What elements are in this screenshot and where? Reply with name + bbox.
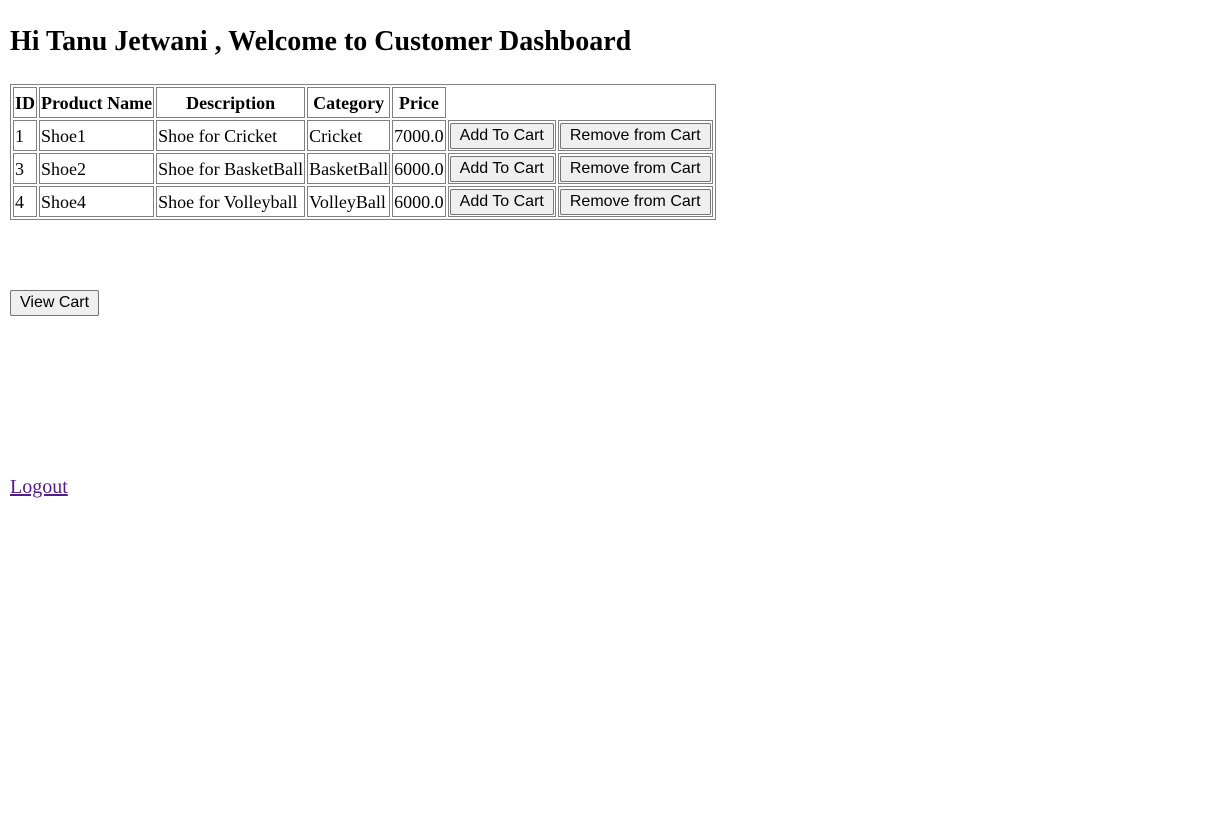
- header-product-name: Product Name: [39, 87, 155, 118]
- view-cart-section: View Cart: [10, 290, 1216, 316]
- table-row: 1 Shoe1 Shoe for Cricket Cricket 7000.0 …: [13, 120, 713, 151]
- header-id: ID: [13, 87, 38, 118]
- add-to-cart-button[interactable]: Add To Cart: [449, 188, 554, 215]
- remove-from-cart-button[interactable]: Remove from Cart: [559, 188, 711, 215]
- products-table: ID Product Name Description Category Pri…: [10, 84, 716, 220]
- table-row: 3 Shoe2 Shoe for BasketBall BasketBall 6…: [13, 153, 713, 184]
- cell-remove: Remove from Cart: [557, 153, 713, 184]
- page-title: Hi Tanu Jetwani , Welcome to Customer Da…: [10, 26, 632, 57]
- cell-category: VolleyBall: [307, 186, 391, 217]
- cell-category: BasketBall: [307, 153, 391, 184]
- cell-price: 7000.0: [392, 120, 446, 151]
- view-cart-button[interactable]: View Cart: [10, 290, 100, 316]
- cell-category: Cricket: [307, 120, 391, 151]
- cell-price: 6000.0: [392, 153, 446, 184]
- cell-price: 6000.0: [392, 186, 446, 217]
- add-to-cart-button[interactable]: Add To Cart: [449, 122, 554, 149]
- cell-product-name: Shoe4: [39, 186, 155, 217]
- remove-from-cart-button[interactable]: Remove from Cart: [559, 122, 711, 149]
- cell-product-name: Shoe1: [39, 120, 155, 151]
- header-category: Category: [307, 87, 391, 118]
- add-to-cart-button[interactable]: Add To Cart: [449, 155, 554, 182]
- remove-from-cart-button[interactable]: Remove from Cart: [559, 155, 711, 182]
- logout-link[interactable]: Logout: [10, 476, 68, 498]
- cell-id: 4: [13, 186, 38, 217]
- cell-add: Add To Cart: [447, 186, 556, 217]
- header-description: Description: [156, 87, 306, 118]
- customer-dashboard: Hi Tanu Jetwani , Welcome to Customer Da…: [0, 0, 1226, 499]
- table-row: 4 Shoe4 Shoe for Volleyball VolleyBall 6…: [13, 186, 713, 217]
- cell-add: Add To Cart: [447, 120, 556, 151]
- cell-product-name: Shoe2: [39, 153, 155, 184]
- cell-remove: Remove from Cart: [557, 186, 713, 217]
- cell-description: Shoe for Cricket: [156, 120, 306, 151]
- cell-id: 1: [13, 120, 38, 151]
- cell-id: 3: [13, 153, 38, 184]
- header-blank-add: [448, 87, 556, 118]
- header-price: Price: [392, 87, 446, 118]
- cell-remove: Remove from Cart: [557, 120, 713, 151]
- cell-add: Add To Cart: [447, 153, 556, 184]
- logout-section: Logout: [10, 476, 1216, 499]
- table-header-row: ID Product Name Description Category Pri…: [13, 87, 713, 118]
- cell-description: Shoe for BasketBall: [156, 153, 306, 184]
- cell-description: Shoe for Volleyball: [156, 186, 306, 217]
- header-blank-remove: [558, 87, 713, 118]
